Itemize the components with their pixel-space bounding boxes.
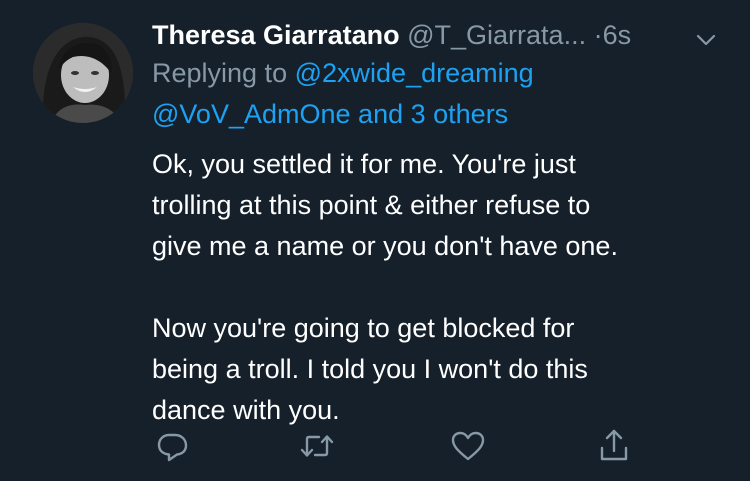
- share-icon: [600, 429, 628, 461]
- tweet-header: Theresa Giarratano @T_Giarrata... ·6s: [152, 16, 718, 54]
- author-handle[interactable]: @T_Giarrata...: [407, 20, 586, 50]
- tweet-text-line: being a troll. I told you I won't do thi…: [152, 354, 588, 384]
- like-button[interactable]: [448, 426, 488, 466]
- timestamp[interactable]: 6s: [603, 20, 632, 50]
- replying-to: Replying to @2xwide_dreaming: [152, 54, 722, 92]
- author-name[interactable]: Theresa Giarratano: [152, 20, 400, 50]
- tweet-text-line: trolling at this point & either refuse t…: [152, 190, 591, 220]
- others-link[interactable]: 3 others: [411, 99, 509, 129]
- chevron-down-icon[interactable]: [694, 24, 718, 48]
- heart-icon: [451, 431, 485, 461]
- replying-to-label: Replying to: [152, 58, 288, 88]
- tweet-text-line: give me a name or you don't have one.: [152, 231, 618, 261]
- avatar[interactable]: [33, 23, 133, 123]
- tweet-text: Ok, you settled it for me. You're just t…: [152, 144, 722, 431]
- reply-button[interactable]: [152, 426, 192, 466]
- reply-icon: [157, 433, 188, 462]
- share-button[interactable]: [594, 426, 634, 466]
- tweet-text-line: Ok, you settled it for me. You're just: [152, 149, 576, 179]
- retweet-button[interactable]: [297, 426, 337, 466]
- separator-dot: ·: [593, 20, 603, 50]
- tweet-text-line: Now you're going to get blocked for: [152, 313, 575, 343]
- and-label[interactable]: and: [358, 99, 403, 129]
- mention-link[interactable]: @VoV_AdmOne: [152, 99, 351, 129]
- replying-to-continued: @VoV_AdmOne and 3 others: [152, 95, 722, 133]
- tweet-text-line: dance with you.: [152, 395, 340, 425]
- paragraph-break: [152, 267, 722, 308]
- mention-link[interactable]: @2xwide_dreaming: [295, 58, 534, 88]
- action-bar: [152, 426, 642, 466]
- retweet-icon: [300, 435, 334, 457]
- avatar-photo: [33, 23, 133, 123]
